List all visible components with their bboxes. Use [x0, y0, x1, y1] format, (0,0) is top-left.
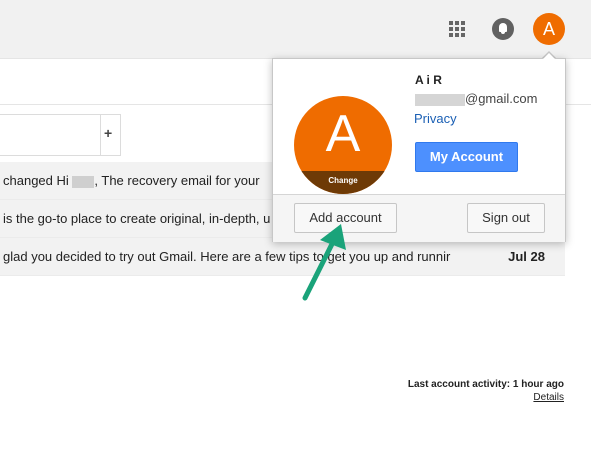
profile-photo[interactable]: A Change	[294, 96, 392, 194]
top-bar: A	[0, 0, 591, 59]
account-email: @gmail.com	[415, 91, 537, 106]
details-link[interactable]: Details	[533, 392, 564, 403]
redacted-text	[72, 175, 95, 188]
add-tab-button[interactable]: +	[104, 125, 112, 141]
tab-primary[interactable]: +	[0, 114, 121, 156]
apps-grid-icon[interactable]	[449, 21, 465, 37]
account-avatar-button[interactable]: A	[533, 13, 565, 45]
message-snippet: changed Hi , The recovery email for your	[3, 173, 260, 188]
tab-divider	[100, 115, 101, 155]
profile-letter: A	[325, 105, 361, 163]
account-popup: A Change A i R @gmail.com Privacy My Acc…	[272, 58, 566, 242]
account-name: A i R	[415, 73, 442, 87]
add-account-button[interactable]: Add account	[294, 203, 397, 233]
redacted-text	[415, 93, 465, 106]
privacy-link[interactable]: Privacy	[414, 111, 457, 126]
popup-caret-fill	[542, 53, 556, 60]
last-activity: Last account activity: 1 hour ago Detail…	[408, 378, 564, 404]
message-snippet: glad you decided to try out Gmail. Here …	[3, 249, 451, 264]
sign-out-button[interactable]: Sign out	[467, 203, 545, 233]
list-item[interactable]: glad you decided to try out Gmail. Here …	[0, 238, 565, 276]
message-date: Jul 28	[508, 249, 545, 264]
last-activity-text: Last account activity: 1 hour ago	[407, 379, 564, 390]
bell-icon[interactable]	[492, 18, 514, 40]
popup-footer: Add account Sign out	[273, 194, 565, 242]
message-snippet: is the go-to place to create original, i…	[3, 211, 271, 226]
my-account-button[interactable]: My Account	[415, 142, 518, 172]
change-photo-button[interactable]: Change	[294, 171, 392, 194]
